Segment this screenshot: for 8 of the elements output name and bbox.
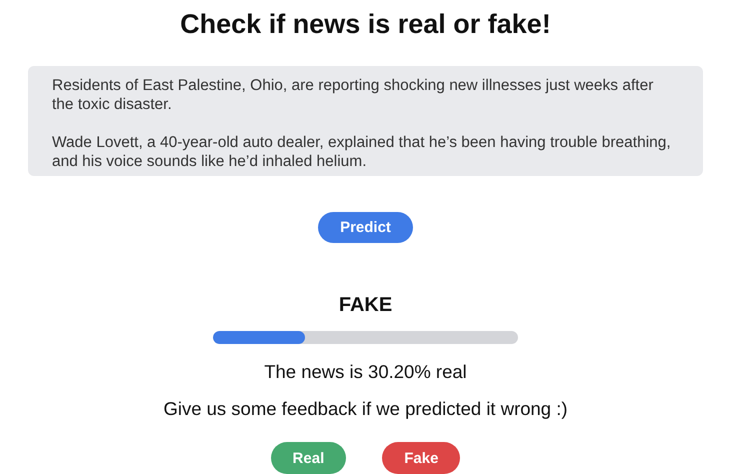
predict-button[interactable]: Predict [318, 212, 413, 244]
feedback-button[interactable]: Fake [382, 442, 460, 474]
feedback-prompt: Give us some feedback if we predicted it wrong :) [163, 398, 568, 420]
result-label: FAKE [338, 293, 392, 318]
page-title: Check if news is real or fake! [180, 8, 551, 40]
result-summary: The news is 30.20% real [264, 361, 467, 383]
feedback-button[interactable]: Real [270, 442, 346, 474]
news-text-field[interactable]: Residents of East Palestine, Ohio, are reporting shocking new illnesses just weeks after the toxic disaster. Wade Lovett, a 40-year-old auto dealer, explained that he’s been having trouble breathing, and his voice sounds like he’d inhaled helium. [28, 66, 703, 176]
